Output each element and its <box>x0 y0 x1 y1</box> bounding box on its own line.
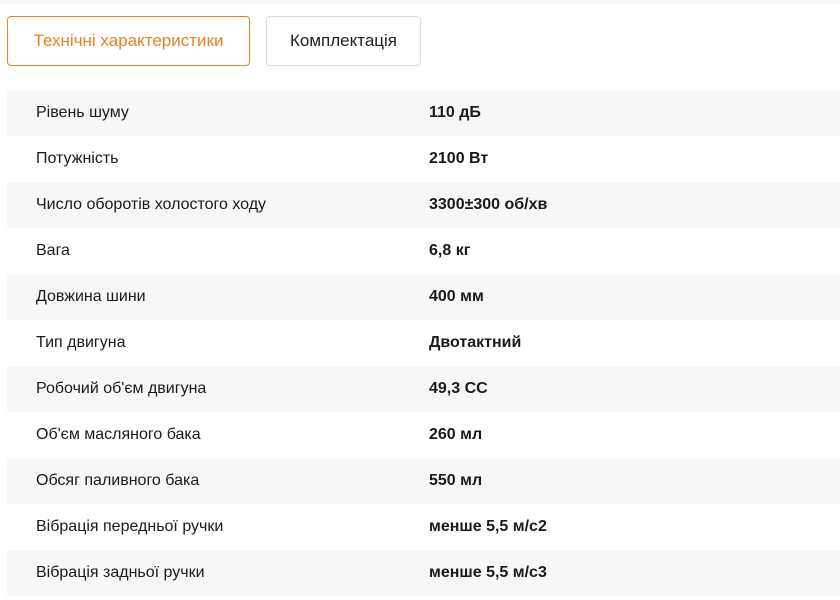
spec-row: Вага 6,8 кг <box>7 228 840 274</box>
spec-value: 3300±300 об/хв <box>429 196 548 213</box>
spec-value: 49,3 СС <box>429 380 488 397</box>
spec-row: Вібрація передньої ручки менше 5,5 м/с2 <box>7 504 840 550</box>
spec-label: Вібрація передньої ручки <box>36 518 224 535</box>
spec-row: Обсяг паливного бака 550 мл <box>7 458 840 504</box>
spec-value: 2100 Вт <box>429 150 489 167</box>
spec-label: Обсяг паливного бака <box>36 472 200 489</box>
spec-row: Тип двигуна Двотактний <box>7 320 840 366</box>
spec-label: Об'єм масляного бака <box>36 426 201 443</box>
spec-label: Довжина шини <box>36 288 146 305</box>
spec-row: Число оборотів холостого ходу 3300±300 о… <box>7 182 840 228</box>
specifications-table: Рівень шуму 110 дБ Потужність 2100 Вт Чи… <box>7 90 840 596</box>
spec-value: 110 дБ <box>429 104 481 121</box>
spec-value: 550 мл <box>429 472 483 489</box>
spec-row: Робочий об'єм двигуна 49,3 СС <box>7 366 840 412</box>
spec-label: Тип двигуна <box>36 334 126 351</box>
spec-row: Об'єм масляного бака 260 мл <box>7 412 840 458</box>
tab-package-contents[interactable]: Комплектація <box>266 16 421 66</box>
spec-row: Рівень шуму 110 дБ <box>7 90 840 136</box>
tab-bar: Технічні характеристики Комплектація <box>7 16 421 66</box>
spec-label: Вага <box>36 242 70 259</box>
spec-label: Потужність <box>36 150 119 167</box>
spec-row: Потужність 2100 Вт <box>7 136 840 182</box>
spec-value: 400 мм <box>429 288 484 305</box>
tab-specifications[interactable]: Технічні характеристики <box>7 16 250 66</box>
spec-label: Рівень шуму <box>36 104 129 121</box>
spec-value: 6,8 кг <box>429 242 471 259</box>
spec-label: Число оборотів холостого ходу <box>36 196 267 213</box>
spec-row: Вібрація задньої ручки менше 5,5 м/с3 <box>7 550 840 596</box>
top-divider <box>0 0 840 4</box>
spec-value: Двотактний <box>429 334 522 351</box>
spec-label: Вібрація задньої ручки <box>36 564 205 581</box>
spec-value: менше 5,5 м/с3 <box>429 564 547 581</box>
spec-value: менше 5,5 м/с2 <box>429 518 547 535</box>
spec-value: 260 мл <box>429 426 483 443</box>
spec-row: Довжина шини 400 мм <box>7 274 840 320</box>
spec-label: Робочий об'єм двигуна <box>36 380 207 397</box>
